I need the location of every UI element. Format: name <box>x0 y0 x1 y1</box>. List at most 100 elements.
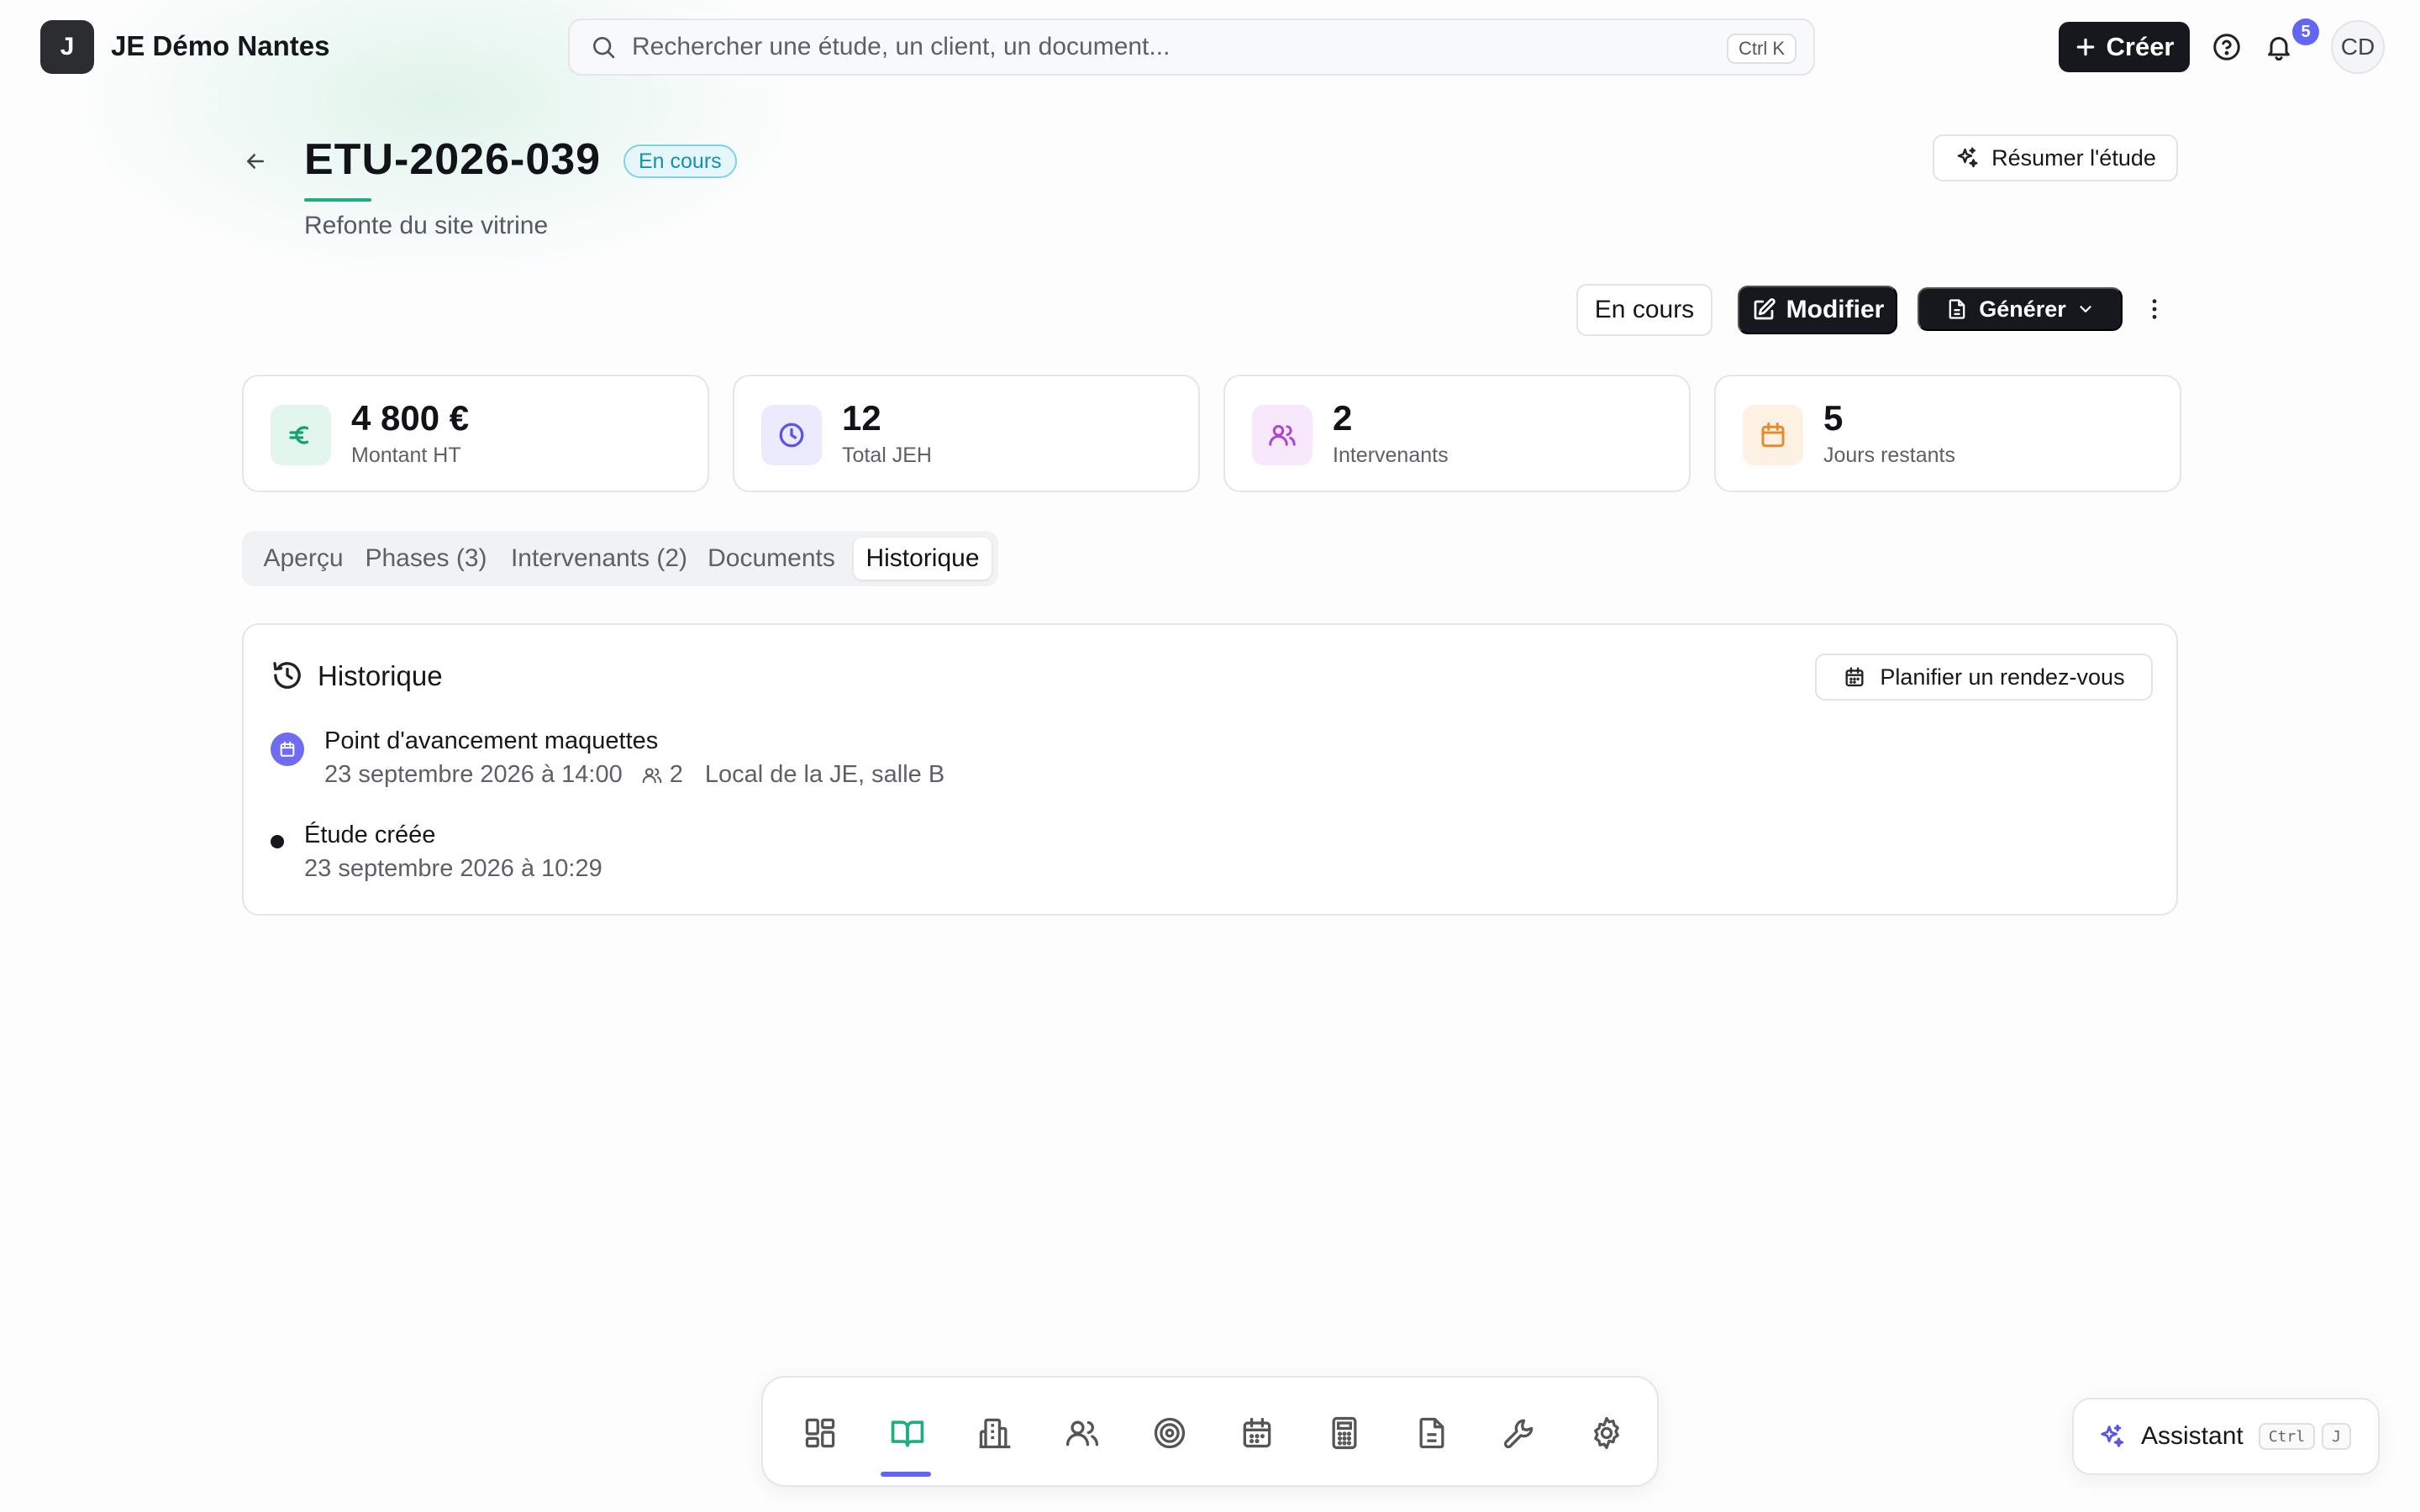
more-actions-button[interactable] <box>2134 289 2175 329</box>
settings-icon <box>1594 1416 1619 1450</box>
history-event-meta: 23 septembre 2026 à 14:00 2 Local de la … <box>324 761 944 789</box>
stat-label: Total JEH <box>842 444 932 467</box>
assistant-button[interactable]: Assistant Ctrl J <box>2072 1398 2380 1475</box>
tab-phases[interactable]: Phases (3) <box>358 538 494 580</box>
user-avatar[interactable]: CD <box>2331 20 2385 74</box>
history-icon <box>273 662 301 689</box>
summarize-study-button[interactable]: Résumer l'étude <box>1933 134 2178 181</box>
search-shortcut-hint: Ctrl K <box>1727 34 1797 64</box>
users-icon <box>1065 1420 1099 1446</box>
summarize-study-label: Résumer l'étude <box>1991 144 2156 171</box>
dock-dashboard[interactable] <box>788 1401 852 1465</box>
building-icon <box>979 1418 1011 1449</box>
tab-overview[interactable]: Aperçu <box>249 538 358 580</box>
history-event-date: 23 septembre 2026 à 10:29 <box>304 855 602 882</box>
dock-tools[interactable] <box>1487 1401 1551 1465</box>
clock-icon <box>761 405 822 465</box>
notification-count-badge: 5 <box>2292 18 2319 45</box>
dashboard-icon <box>805 1418 835 1448</box>
page-title: ETU-2026-039 <box>304 135 602 184</box>
target-icon <box>1154 1417 1186 1449</box>
search-icon <box>593 37 615 59</box>
file-text-icon <box>1419 1417 1444 1449</box>
stat-value: 12 <box>842 398 881 438</box>
history-event-title[interactable]: Point d'avancement maquettes <box>324 727 658 755</box>
dock-settings[interactable] <box>1575 1401 1639 1465</box>
bottom-dock <box>761 1376 1659 1487</box>
status-badge: En cours <box>623 144 737 178</box>
history-title: Historique <box>318 660 443 691</box>
calendar-icon <box>1845 667 1864 687</box>
back-button[interactable] <box>239 144 272 178</box>
stat-label: Jours restants <box>1823 444 1956 467</box>
stat-card-contributors: 2 Intervenants <box>1223 375 1691 492</box>
dock-members[interactable] <box>1050 1401 1114 1465</box>
dock-studies[interactable] <box>876 1401 939 1465</box>
timeline-dot <box>271 835 284 848</box>
history-event-location: Local de la JE, salle B <box>704 761 945 788</box>
meeting-event-icon <box>271 732 304 766</box>
title-underline <box>304 198 371 202</box>
file-icon <box>1949 299 1965 319</box>
status-select-button[interactable]: En cours <box>1576 284 1712 336</box>
history-panel: Historique Planifier un rendez-vous Poin… <box>242 623 2178 916</box>
org-logo[interactable]: J <box>40 20 94 74</box>
edit-button-label: Modifier <box>1786 296 1885 323</box>
users-icon <box>642 767 662 783</box>
tab-history[interactable]: Historique <box>854 538 992 580</box>
edit-button[interactable]: Modifier <box>1738 286 1897 334</box>
study-subtitle: Refonte du site vitrine <box>304 212 549 239</box>
wrench-icon <box>1503 1419 1534 1449</box>
stat-label: Intervenants <box>1333 444 1449 467</box>
org-name[interactable]: JE Démo Nantes <box>111 30 329 62</box>
global-search[interactable]: Ctrl K <box>568 18 1815 76</box>
stat-value: 5 <box>1823 398 1844 438</box>
stat-value: 2 <box>1333 398 1353 438</box>
help-circle-icon <box>2213 34 2240 60</box>
assistant-shortcut-ctrl: Ctrl <box>2258 1423 2316 1450</box>
calendar-icon <box>1743 405 1803 465</box>
stat-value: 4 800 € <box>351 398 470 438</box>
users-icon <box>1252 405 1313 465</box>
schedule-meeting-button[interactable]: Planifier un rendez-vous <box>1815 654 2153 701</box>
dock-documents[interactable] <box>1400 1401 1464 1465</box>
more-vertical-icon <box>2152 299 2157 319</box>
bell-icon <box>2268 37 2290 61</box>
dock-accounting[interactable] <box>1313 1401 1376 1465</box>
dock-objectives[interactable] <box>1138 1401 1202 1465</box>
create-button-label: Créer <box>2106 32 2175 61</box>
euro-icon <box>271 405 331 465</box>
stat-card-jeh: 12 Total JEH <box>733 375 1200 492</box>
stat-card-days-left: 5 Jours restants <box>1714 375 2181 492</box>
sparkles-icon <box>1957 147 1978 168</box>
plus-icon <box>2076 38 2094 56</box>
chevron-down-icon <box>2080 306 2091 312</box>
tab-documents[interactable]: Documents <box>704 538 839 580</box>
assistant-label: Assistant <box>2141 1422 2244 1450</box>
study-tabs: Aperçu Phases (3) Intervenants (2) Docum… <box>242 531 998 586</box>
assistant-shortcut-key: J <box>2322 1423 2351 1450</box>
calculator-icon <box>1332 1416 1357 1450</box>
edit-icon <box>1754 298 1776 320</box>
stat-card-amount: 4 800 € Montant HT <box>242 375 709 492</box>
calendar-icon <box>280 741 295 757</box>
help-button[interactable] <box>2207 27 2247 67</box>
dock-active-indicator <box>881 1472 931 1477</box>
history-event-participants: 2 <box>669 761 683 788</box>
tab-contributors[interactable]: Intervenants (2) <box>494 538 704 580</box>
schedule-meeting-label: Planifier un rendez-vous <box>1880 664 2125 690</box>
history-event-title: Étude créée <box>304 822 436 848</box>
generate-button-label: Générer <box>1979 296 2066 322</box>
sparkles-icon <box>2101 1424 2124 1447</box>
dock-calendar[interactable] <box>1225 1401 1289 1465</box>
top-bar: J JE Démo Nantes Ctrl K Créer 5 CD <box>0 0 2420 94</box>
calendar-icon <box>1243 1417 1271 1448</box>
create-button[interactable]: Créer <box>2059 22 2190 72</box>
search-input[interactable] <box>632 33 1640 61</box>
history-event-date: 23 septembre 2026 à 14:00 <box>324 761 623 788</box>
generate-button[interactable]: Générer <box>1918 287 2123 331</box>
book-open-icon <box>891 1420 924 1447</box>
stat-label: Montant HT <box>351 444 461 467</box>
arrow-left-icon <box>247 154 264 169</box>
dock-clients[interactable] <box>963 1401 1027 1465</box>
